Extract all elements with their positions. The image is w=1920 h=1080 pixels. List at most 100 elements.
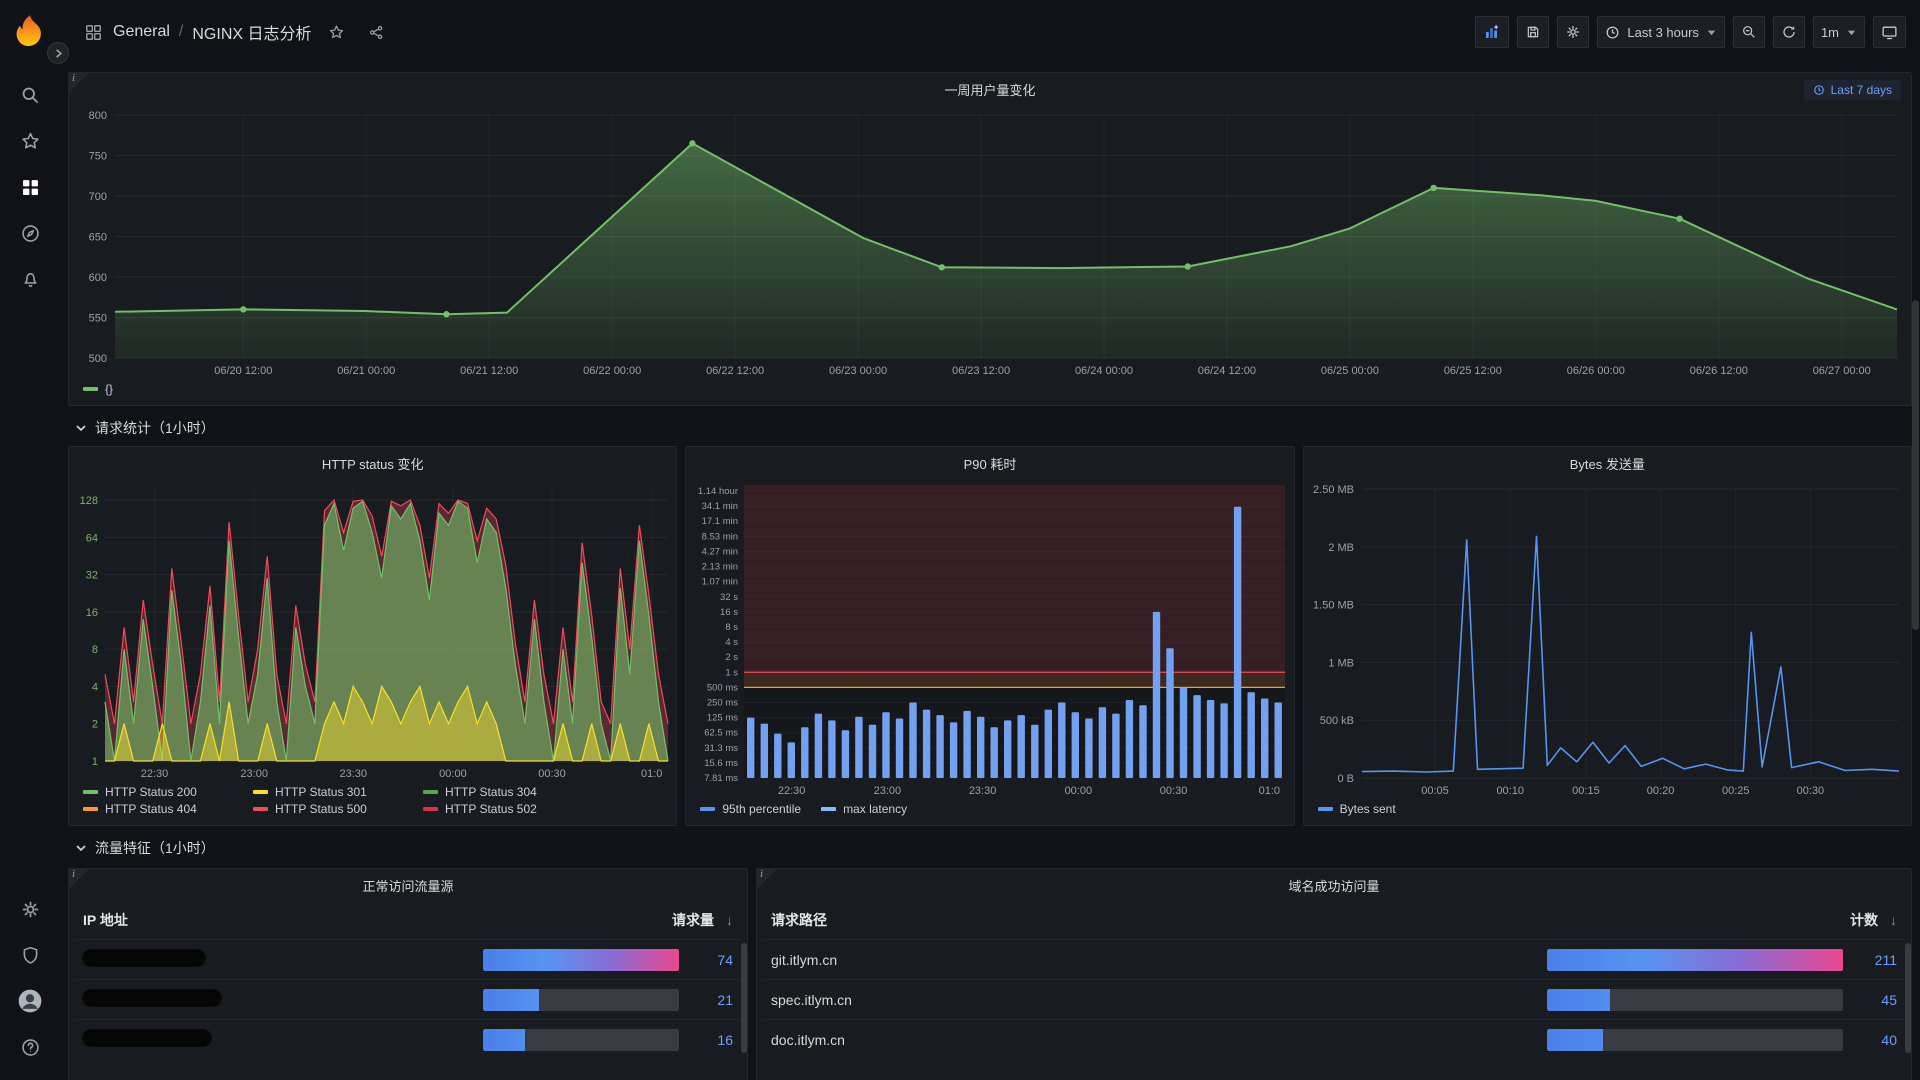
legend-item[interactable]: HTTP Status 502 bbox=[423, 802, 593, 816]
table-row[interactable]: spec.itlym.cn 45 bbox=[763, 979, 1905, 1019]
row-header-requests[interactable]: 请求统计（1小时） bbox=[68, 412, 1912, 444]
bar-gauge bbox=[1547, 1029, 1843, 1051]
traffic-sources-table: IP 地址 请求量 ↓ 74 bbox=[69, 901, 747, 1080]
svg-text:2.50 MB: 2.50 MB bbox=[1313, 484, 1354, 496]
svg-text:7.81 ms: 7.81 ms bbox=[705, 773, 739, 784]
sidebar-item-profile[interactable] bbox=[8, 978, 52, 1024]
legend-item[interactable]: 95th percentile bbox=[700, 802, 801, 816]
legend-item[interactable]: {} bbox=[83, 382, 113, 396]
refresh-interval-label: 1m bbox=[1821, 25, 1839, 40]
share-icon bbox=[368, 24, 385, 41]
dashboards-grid-icon bbox=[20, 177, 41, 198]
add-panel-icon bbox=[1483, 23, 1501, 41]
panel-title[interactable]: 正常访问流量源 bbox=[69, 869, 747, 901]
settings-gear-icon bbox=[20, 899, 41, 920]
refresh-interval-dropdown[interactable]: 1m bbox=[1813, 16, 1865, 48]
zoom-out-button[interactable] bbox=[1733, 16, 1765, 48]
svg-text:1.50 MB: 1.50 MB bbox=[1313, 600, 1354, 612]
panel-p90-latency: P90 耗时 7.81 ms15.6 ms31.3 ms62.5 ms125 m… bbox=[685, 446, 1294, 826]
svg-text:16: 16 bbox=[86, 607, 98, 619]
refresh-icon bbox=[1781, 24, 1797, 40]
sidebar-item-favorites[interactable] bbox=[8, 118, 52, 164]
chevron-down-icon bbox=[74, 841, 88, 855]
table-header: 请求路径 计数 ↓ bbox=[763, 901, 1905, 939]
grafana-app: General / NGINX 日志分析 bbox=[0, 0, 1920, 1080]
column-header-path[interactable]: 请求路径 bbox=[771, 910, 1547, 930]
table-row[interactable]: 21 bbox=[75, 979, 741, 1019]
bar-gauge bbox=[483, 989, 679, 1011]
bar-gauge bbox=[1547, 949, 1843, 971]
svg-text:2 MB: 2 MB bbox=[1328, 542, 1354, 554]
sidebar bbox=[0, 0, 60, 1080]
table-row[interactable]: 74 bbox=[75, 939, 741, 979]
page-title[interactable]: NGINX 日志分析 bbox=[192, 20, 311, 44]
sidebar-item-configuration[interactable] bbox=[8, 886, 52, 932]
svg-text:32 s: 32 s bbox=[720, 592, 738, 603]
svg-text:00:30: 00:30 bbox=[538, 768, 566, 780]
share-dashboard-button[interactable] bbox=[362, 17, 392, 47]
sidebar-item-explore[interactable] bbox=[8, 210, 52, 256]
panel-info-icon[interactable] bbox=[68, 72, 90, 94]
kiosk-mode-button[interactable] bbox=[1873, 16, 1906, 48]
sidebar-item-search[interactable] bbox=[8, 72, 52, 118]
refresh-button[interactable] bbox=[1773, 16, 1805, 48]
favorite-star-button[interactable] bbox=[322, 17, 352, 47]
sidebar-item-server-admin[interactable] bbox=[8, 932, 52, 978]
panel-title[interactable]: HTTP status 变化 bbox=[69, 447, 676, 479]
svg-text:00:15: 00:15 bbox=[1572, 785, 1600, 797]
sidebar-item-alerting[interactable] bbox=[8, 256, 52, 302]
sidebar-expand-button[interactable] bbox=[47, 42, 69, 64]
legend-item[interactable]: HTTP Status 500 bbox=[253, 802, 423, 816]
grafana-logo[interactable] bbox=[11, 12, 49, 50]
add-panel-button[interactable] bbox=[1475, 16, 1509, 48]
requests-panel-row: HTTP status 变化 22:3023:0023:3000:0000:30… bbox=[68, 446, 1912, 826]
table-row[interactable]: git.itlym.cn 211 bbox=[763, 939, 1905, 979]
legend-item[interactable]: HTTP Status 304 bbox=[423, 785, 593, 799]
save-dashboard-button[interactable] bbox=[1517, 16, 1549, 48]
admin-shield-icon bbox=[20, 945, 41, 966]
column-header-requests[interactable]: 请求量 ↓ bbox=[483, 910, 733, 930]
panel-traffic-sources: 正常访问流量源 IP 地址 请求量 ↓ bbox=[68, 868, 748, 1080]
svg-text:1.14 hour: 1.14 hour bbox=[698, 486, 738, 497]
svg-text:550: 550 bbox=[89, 313, 107, 325]
svg-text:31.3 ms: 31.3 ms bbox=[705, 743, 739, 754]
table-scrollbar[interactable] bbox=[1905, 943, 1911, 1080]
svg-text:0 B: 0 B bbox=[1337, 773, 1354, 785]
caret-down-icon bbox=[1846, 27, 1857, 38]
legend-item[interactable]: HTTP Status 404 bbox=[83, 802, 253, 816]
legend-item[interactable]: HTTP Status 200 bbox=[83, 785, 253, 799]
table-row[interactable]: 16 bbox=[75, 1019, 741, 1059]
clock-icon bbox=[1605, 25, 1620, 40]
grafana-flame-icon bbox=[12, 13, 48, 49]
settings-gear-icon bbox=[1565, 24, 1581, 40]
svg-text:06/24 12:00: 06/24 12:00 bbox=[1198, 365, 1256, 377]
svg-text:125 ms: 125 ms bbox=[707, 713, 738, 724]
legend-item[interactable]: HTTP Status 301 bbox=[253, 785, 423, 799]
panel-title[interactable]: P90 耗时 bbox=[686, 447, 1293, 479]
traffic-panel-row: 正常访问流量源 IP 地址 请求量 ↓ bbox=[68, 868, 1912, 1080]
svg-text:22:30: 22:30 bbox=[141, 768, 169, 780]
row-header-traffic[interactable]: 流量特征（1小时） bbox=[68, 832, 1912, 864]
svg-text:250 ms: 250 ms bbox=[707, 697, 738, 708]
panel-title[interactable]: Bytes 发送量 bbox=[1304, 447, 1911, 479]
breadcrumb-folder[interactable]: General bbox=[113, 23, 170, 41]
column-header-count[interactable]: 计数 ↓ bbox=[1547, 910, 1897, 930]
legend-item[interactable]: Bytes sent bbox=[1318, 802, 1396, 816]
sidebar-item-dashboards[interactable] bbox=[8, 164, 52, 210]
dashboard-settings-button[interactable] bbox=[1557, 16, 1589, 48]
table-scrollbar[interactable] bbox=[741, 943, 747, 1080]
legend-item[interactable]: max latency bbox=[821, 802, 907, 816]
page-scrollbar[interactable] bbox=[1912, 300, 1919, 630]
column-header-ip[interactable]: IP 地址 bbox=[83, 910, 483, 930]
sidebar-item-help[interactable] bbox=[8, 1024, 52, 1070]
panel-info-icon[interactable] bbox=[68, 868, 90, 890]
dashboard-content: 一周用户量变化 Last 7 days 06/20 12:0006/21 00:… bbox=[60, 64, 1920, 1080]
help-circle-icon bbox=[20, 1037, 41, 1058]
panel-title[interactable]: 一周用户量变化 bbox=[69, 73, 1911, 105]
time-range-picker[interactable]: Last 3 hours bbox=[1597, 16, 1725, 48]
panel-title[interactable]: 域名成功访问量 bbox=[757, 869, 1911, 901]
svg-text:00:20: 00:20 bbox=[1646, 785, 1674, 797]
svg-text:8 s: 8 s bbox=[726, 622, 739, 633]
table-row[interactable]: doc.itlym.cn 40 bbox=[763, 1019, 1905, 1059]
panel-info-icon[interactable] bbox=[756, 868, 778, 890]
